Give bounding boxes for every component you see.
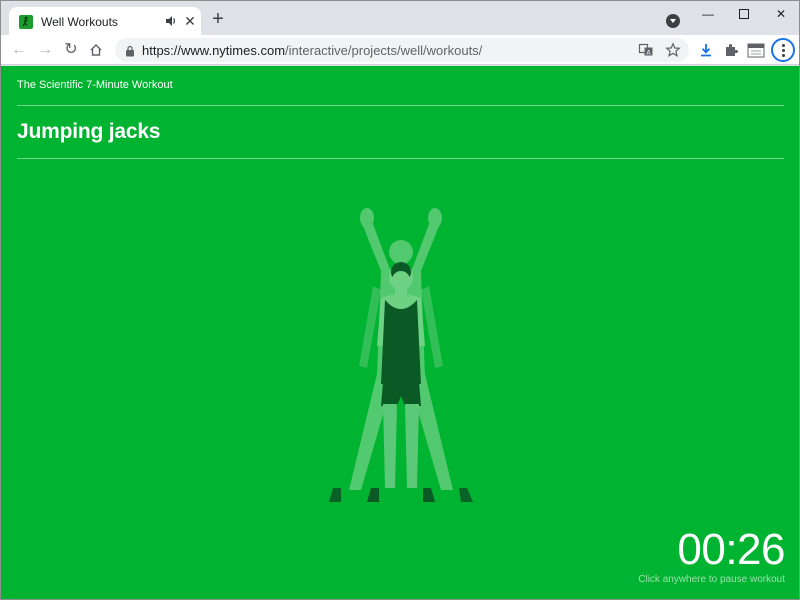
- maximize-icon[interactable]: [729, 5, 759, 23]
- jumping-jacks-illustration: [329, 208, 473, 502]
- url-host: https://www.nytimes.com: [142, 43, 286, 58]
- star-icon[interactable]: [665, 42, 681, 58]
- url-text: https://www.nytimes.com/interactive/proj…: [142, 43, 482, 58]
- translate-icon[interactable]: A: [638, 42, 654, 58]
- workout-page[interactable]: The Scientific 7-Minute Workout Jumping …: [1, 66, 799, 599]
- minimize-icon[interactable]: —: [693, 5, 723, 23]
- browser-toolbar: ← → ↻ https://www.nytimes.com/interactiv…: [1, 35, 799, 65]
- pose-standing: [329, 262, 473, 502]
- back-icon[interactable]: ←: [10, 41, 28, 59]
- kebab-menu-icon[interactable]: [771, 38, 795, 62]
- extension-calendar-icon[interactable]: [747, 42, 765, 58]
- tab-well-workouts[interactable]: Well Workouts ✕: [9, 7, 201, 35]
- divider: [17, 105, 784, 106]
- divider: [17, 158, 784, 159]
- pause-hint: Click anywhere to pause workout: [638, 574, 785, 585]
- lock-icon[interactable]: [125, 44, 135, 57]
- tab-search-icon[interactable]: [666, 14, 680, 28]
- window-close-icon[interactable]: ✕: [766, 5, 796, 23]
- exercise-title: Jumping jacks: [17, 120, 161, 143]
- url-path: /interactive/projects/well/workouts/: [285, 43, 483, 58]
- puzzle-icon[interactable]: [723, 42, 739, 58]
- download-icon[interactable]: [698, 42, 714, 58]
- speaker-icon[interactable]: [165, 14, 177, 28]
- forward-icon[interactable]: →: [36, 41, 54, 59]
- countdown-timer: 00:26: [677, 525, 785, 574]
- workout-series-title: The Scientific 7-Minute Workout: [17, 79, 173, 91]
- runner-icon: [19, 15, 33, 29]
- browser-window: Well Workouts ✕ + — ✕ ← → ↻ https://www.…: [0, 0, 800, 600]
- reload-icon[interactable]: ↻: [62, 41, 80, 59]
- new-tab-icon[interactable]: +: [210, 9, 226, 29]
- address-bar[interactable]: https://www.nytimes.com/interactive/proj…: [115, 38, 689, 62]
- home-icon[interactable]: [87, 41, 105, 59]
- tab-strip: Well Workouts ✕ + — ✕: [1, 1, 799, 35]
- tab-title: Well Workouts: [41, 15, 118, 29]
- tab-close-icon[interactable]: ✕: [183, 14, 197, 28]
